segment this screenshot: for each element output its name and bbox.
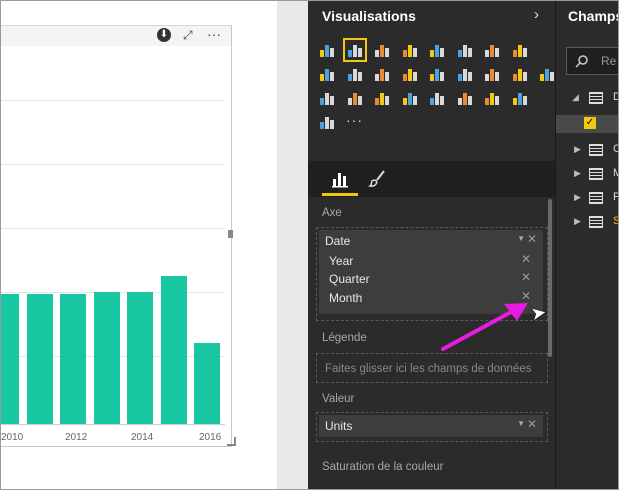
annotation-arrow bbox=[441, 303, 528, 351]
app-window: ⬇ ⤢ ··· 2010 2012 2014 2016 Visualisatio… bbox=[1, 1, 618, 489]
